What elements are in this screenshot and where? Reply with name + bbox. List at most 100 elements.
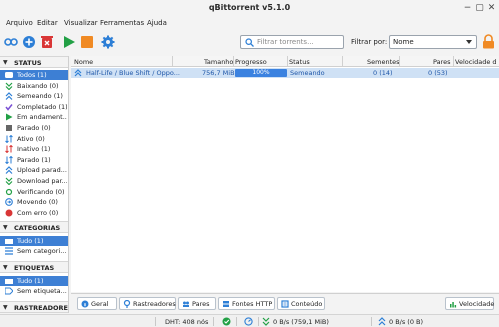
minimize-button[interactable]: − — [462, 3, 473, 14]
running-icon — [6, 113, 13, 121]
status-item-label: Download par... — [17, 177, 67, 185]
status-item[interactable]: Completado (1) — [0, 102, 68, 112]
status-item[interactable]: Upload parad... — [0, 165, 68, 175]
trackers-section-header[interactable]: ▼ RASTREADORES — [0, 301, 69, 313]
remove-icon[interactable] — [40, 35, 54, 49]
add-torrent-icon[interactable] — [22, 35, 36, 49]
category-label: Tudo (1) — [17, 237, 44, 245]
torrent-peers: 0 (53) — [428, 69, 448, 77]
status-section-header[interactable]: ▼ STATUS — [0, 56, 68, 68]
upload-icon — [378, 317, 386, 326]
status-item[interactable]: Em andament... — [0, 112, 68, 122]
tags-section-header[interactable]: ▼ ETIQUETAS — [0, 261, 68, 273]
status-item[interactable]: Verificando (0) — [0, 187, 68, 197]
tab-content[interactable]: Conteúdo — [277, 297, 325, 310]
search-input[interactable]: Filtrar torrents... — [240, 35, 344, 49]
server-icon — [223, 301, 229, 307]
status-item-label: Completado (1) — [17, 102, 67, 111]
status-item[interactable]: Inativo (1) — [0, 144, 68, 154]
category-item-uncategorized[interactable]: Sem categori... — [0, 246, 68, 256]
network-status-icon[interactable] — [222, 317, 231, 326]
lock-icon[interactable] — [482, 34, 495, 49]
list-icon — [5, 247, 13, 255]
table-header: Nome Tamanho Progresso Status Sementes P… — [71, 56, 499, 67]
resume-icon[interactable] — [62, 35, 76, 49]
status-item-label: Movendo (0) — [17, 198, 58, 207]
status-item[interactable]: Parado (0) — [0, 123, 68, 133]
stalled-download-icon — [5, 177, 13, 185]
status-item-label: Baixando (0) — [17, 81, 59, 90]
chevron-down-icon: ▼ — [3, 264, 8, 271]
table-row[interactable]: Half-Life / Blue Shift / Oppo... 756,7 M… — [71, 68, 499, 78]
speed-chart-icon — [450, 302, 457, 308]
categories-section-header[interactable]: ▼ CATEGORIAS — [0, 221, 68, 233]
tag-icon — [5, 287, 13, 295]
col-size[interactable]: Tamanho — [204, 58, 233, 66]
tag-label: Sem etiqueta... — [17, 287, 67, 295]
alt-speed-icon[interactable] — [244, 317, 253, 326]
filter-label: Filtrar por: — [351, 38, 388, 46]
col-name[interactable]: Nome — [74, 58, 93, 66]
col-progress[interactable]: Progresso — [235, 58, 267, 66]
col-peers[interactable]: Pares — [433, 58, 451, 66]
category-item-all[interactable]: Tudo (1) — [0, 236, 68, 246]
tab-label: Pares — [192, 300, 210, 308]
menu-ajuda[interactable]: Ajuda — [147, 19, 167, 27]
peers-icon — [183, 301, 189, 307]
chevron-down-icon — [466, 40, 472, 44]
tab-speed[interactable]: Velocidade — [445, 297, 494, 310]
title-bar: qBittorrent v5.1.0 − ▢ ✕ — [0, 0, 499, 17]
maximize-button[interactable]: ▢ — [474, 3, 485, 14]
files-icon — [281, 300, 289, 308]
col-status[interactable]: Status — [289, 58, 310, 66]
tag-item-all[interactable]: Tudo (1) — [0, 276, 68, 286]
status-item[interactable]: Semeando (1) — [0, 91, 68, 101]
gear-icon[interactable] — [101, 35, 115, 49]
toolbar: Filtrar torrents... Filtrar por: Nome — [0, 30, 499, 54]
status-item[interactable]: Movendo (0) — [0, 197, 68, 207]
add-link-icon[interactable] — [4, 35, 18, 49]
col-download-speed[interactable]: Velocidade d — [455, 58, 497, 66]
chevron-down-icon: ▼ — [3, 224, 8, 231]
status-header-label: STATUS — [14, 59, 42, 67]
tab-general[interactable]: Geral — [77, 297, 117, 310]
status-item[interactable]: Todos (1) — [0, 70, 68, 80]
tag-item-untagged[interactable]: Sem etiqueta... — [0, 286, 68, 296]
status-item-label: Parado (1) — [17, 155, 51, 164]
menu-arquivo[interactable]: Arquivo — [6, 19, 33, 27]
status-item[interactable]: Baixando (0) — [0, 81, 68, 91]
moving-icon — [5, 198, 13, 207]
seeding-icon — [74, 69, 82, 77]
category-label: Sem categori... — [17, 247, 67, 255]
search-icon — [245, 38, 254, 47]
trackers-header-label: RASTREADORES — [14, 304, 69, 312]
status-item-label: Todos (1) — [17, 71, 47, 79]
status-item[interactable]: Com erro (0) — [0, 208, 68, 218]
inactive-icon — [5, 145, 13, 154]
tab-http-sources[interactable]: Fontes HTTP — [218, 297, 275, 310]
pause-icon[interactable] — [80, 35, 94, 49]
stalled-upload-icon — [5, 166, 13, 175]
torrent-seeds: 0 (14) — [373, 69, 393, 77]
tag-icon — [5, 279, 13, 284]
menu-visualizar[interactable]: Visualizar — [64, 19, 98, 27]
status-item[interactable]: Ativo (0) — [0, 134, 68, 144]
status-item[interactable]: Download par... — [0, 176, 68, 186]
menu-ferramentas[interactable]: Ferramentas — [100, 19, 144, 27]
col-seeds[interactable]: Sementes — [367, 58, 400, 66]
sidebar: ▼ STATUS Todos (1) Baixando (0) Semeando (… — [0, 56, 69, 313]
categories-header-label: CATEGORIAS — [14, 224, 61, 232]
menu-bar: Arquivo Editar Visualizar Ferramentas Aj… — [0, 17, 499, 29]
status-item[interactable]: Parado (1) — [0, 155, 68, 165]
checking-icon — [5, 188, 13, 195]
close-button[interactable]: ✕ — [486, 3, 497, 14]
active-icon — [5, 134, 13, 143]
tab-trackers[interactable]: Rastreadores — [119, 297, 176, 310]
tab-label: Rastreadores — [133, 300, 176, 308]
tab-peers[interactable]: Pares — [178, 297, 216, 310]
stopped-icon — [6, 125, 12, 131]
filter-select[interactable]: Nome — [389, 35, 477, 49]
status-item-label: Com erro (0) — [17, 208, 59, 217]
menu-editar[interactable]: Editar — [37, 19, 58, 27]
torrent-status: Semeando — [290, 69, 325, 77]
